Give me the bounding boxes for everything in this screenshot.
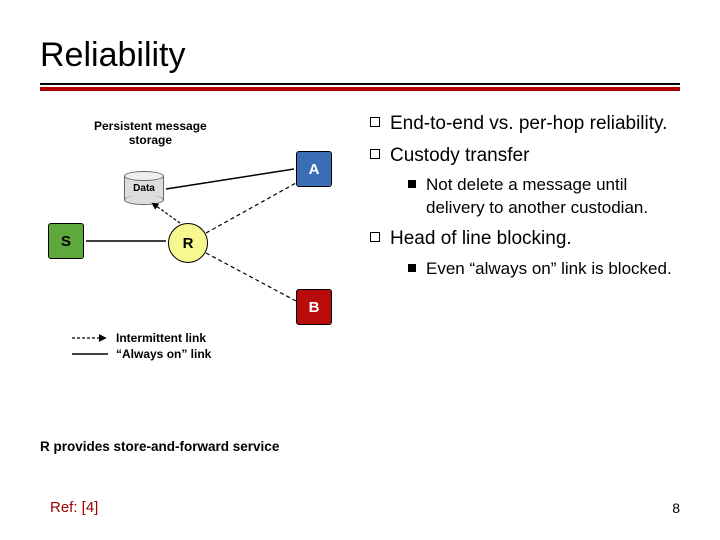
- bullet-custody: Custody transfer: [370, 143, 680, 169]
- slide: Reliability Persistent message storage D…: [0, 0, 720, 540]
- bullet-end-to-end: End-to-end vs. per-hop reliability.: [370, 111, 680, 137]
- storage-label: Persistent message storage: [94, 119, 207, 148]
- bullet-filled-square-icon: [408, 264, 416, 272]
- text-column: End-to-end vs. per-hop reliability. Cust…: [364, 105, 680, 435]
- subbullet-custody: Not delete a message until delivery to a…: [408, 174, 680, 220]
- subbullet-hol: Even “always on” link is blocked.: [408, 258, 680, 281]
- storage-label-line1: Persistent message: [94, 119, 207, 133]
- bullet-text: Custody transfer: [390, 143, 529, 169]
- reference: Ref: [4]: [50, 499, 98, 516]
- diagram-column: Persistent message storage Data: [40, 105, 350, 435]
- legend-always-label: “Always on” link: [116, 347, 211, 361]
- storage-label-line2: storage: [94, 133, 207, 147]
- slide-title: Reliability: [40, 36, 680, 75]
- bullet-square-icon: [370, 149, 380, 159]
- node-r: R: [168, 223, 208, 263]
- subbullet-text: Not delete a message until delivery to a…: [426, 174, 680, 220]
- page-number: 8: [672, 500, 680, 516]
- subbullet-text: Even “always on” link is blocked.: [426, 258, 672, 281]
- legend: Intermittent link “Always on” link: [72, 331, 211, 363]
- bullet-filled-square-icon: [408, 180, 416, 188]
- legend-intermittent-label: Intermittent link: [116, 331, 206, 345]
- bullet-square-icon: [370, 117, 380, 127]
- database-icon: Data: [124, 171, 164, 203]
- bullet-text: Head of line blocking.: [390, 226, 572, 252]
- content-columns: Persistent message storage Data: [40, 105, 680, 435]
- network-diagram: Persistent message storage Data: [40, 105, 350, 365]
- title-rule: [40, 83, 680, 91]
- legend-intermittent: Intermittent link: [72, 331, 211, 345]
- node-a: A: [296, 151, 332, 187]
- node-b: B: [296, 289, 332, 325]
- footer-caption: R provides store-and-forward service: [40, 439, 279, 454]
- data-label: Data: [124, 183, 164, 194]
- legend-always-on: “Always on” link: [72, 347, 211, 361]
- bullet-hol: Head of line blocking.: [370, 226, 680, 252]
- node-s: S: [48, 223, 84, 259]
- bullet-square-icon: [370, 232, 380, 242]
- bullet-text: End-to-end vs. per-hop reliability.: [390, 111, 667, 137]
